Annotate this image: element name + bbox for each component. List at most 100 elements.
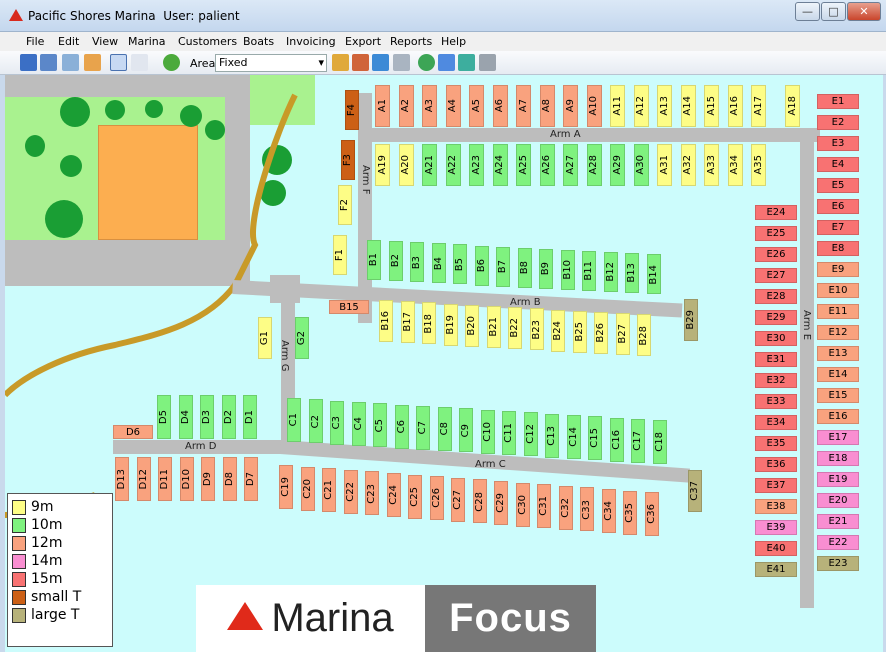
berth-a19[interactable]: A19 (375, 144, 390, 186)
berth-a33[interactable]: A33 (704, 144, 719, 186)
berth-f1[interactable]: F1 (333, 235, 347, 275)
berth-f4[interactable]: F4 (345, 90, 359, 130)
berth-a25[interactable]: A25 (516, 144, 531, 186)
berth-e9[interactable]: E9 (817, 262, 859, 277)
maximize-button[interactable]: □ (821, 2, 846, 21)
berth-a3[interactable]: A3 (422, 85, 437, 127)
berth-c34[interactable]: C34 (601, 489, 616, 533)
berth-b29[interactable]: B29 (684, 299, 698, 341)
berth-a30[interactable]: A30 (633, 144, 649, 186)
berth-b17[interactable]: B17 (400, 301, 415, 344)
berth-e33[interactable]: E33 (755, 394, 797, 409)
berth-d4[interactable]: D4 (178, 395, 193, 439)
berth-b3[interactable]: B3 (410, 242, 424, 283)
berth-c18[interactable]: C18 (652, 420, 667, 465)
berth-b11[interactable]: B11 (582, 251, 596, 291)
berth-e30[interactable]: E30 (755, 331, 797, 346)
berth-d9[interactable]: D9 (201, 457, 215, 501)
berth-b5[interactable]: B5 (453, 244, 467, 285)
berth-d2[interactable]: D2 (221, 395, 236, 439)
berth-d13[interactable]: D13 (115, 457, 129, 501)
berth-e36[interactable]: E36 (755, 457, 797, 472)
berth-e32[interactable]: E32 (755, 373, 797, 388)
berth-f2[interactable]: F2 (338, 185, 352, 225)
berth-a35[interactable]: A35 (751, 144, 766, 186)
berth-e26[interactable]: E26 (755, 247, 797, 262)
berth-b20[interactable]: B20 (465, 304, 479, 347)
berth-e21[interactable]: E21 (817, 514, 859, 529)
berth-c29[interactable]: C29 (494, 481, 508, 525)
berth-e23[interactable]: E23 (817, 556, 859, 571)
berth-e10[interactable]: E10 (817, 283, 859, 298)
menu-invoicing[interactable]: Invoicing (286, 35, 336, 48)
berth-a16[interactable]: A16 (727, 85, 743, 127)
berth-d12[interactable]: D12 (136, 457, 151, 501)
berth-b9[interactable]: B9 (539, 248, 553, 289)
berth-b14[interactable]: B14 (646, 254, 661, 295)
berth-c4[interactable]: C4 (351, 401, 366, 446)
berth-g2[interactable]: G2 (295, 317, 309, 359)
berth-d7[interactable]: D7 (244, 457, 258, 501)
berth-b4[interactable]: B4 (431, 243, 446, 284)
menu-reports[interactable]: Reports (390, 35, 432, 48)
berth-c15[interactable]: C15 (588, 416, 602, 461)
berth-c22[interactable]: C22 (343, 469, 358, 514)
grid-view-icon[interactable] (20, 54, 37, 71)
berth-a34[interactable]: A34 (727, 144, 743, 186)
berth-c13[interactable]: C13 (545, 413, 559, 458)
boats-icon[interactable] (372, 54, 389, 71)
berth-c37[interactable]: C37 (688, 470, 702, 512)
berth-e1[interactable]: E1 (817, 94, 859, 109)
berth-b28[interactable]: B28 (637, 314, 651, 357)
berth-b2[interactable]: B2 (388, 241, 403, 282)
berth-a12[interactable]: A12 (633, 85, 649, 127)
berth-e37[interactable]: E37 (755, 478, 797, 493)
numbered-list-icon[interactable] (62, 54, 79, 71)
berth-a28[interactable]: A28 (586, 144, 602, 186)
berth-c33[interactable]: C33 (580, 487, 594, 532)
minimize-button[interactable]: — (795, 2, 820, 21)
berth-d10[interactable]: D10 (179, 457, 194, 501)
berth-a13[interactable]: A13 (657, 85, 672, 127)
berth-c8[interactable]: C8 (437, 407, 452, 452)
gantt-icon[interactable] (84, 54, 101, 71)
berth-a2[interactable]: A2 (398, 85, 414, 127)
berth-a5[interactable]: A5 (469, 85, 484, 127)
berth-c2[interactable]: C2 (308, 399, 323, 444)
refresh-icon[interactable] (163, 54, 180, 71)
berth-a6[interactable]: A6 (492, 85, 508, 127)
menu-file[interactable]: File (26, 35, 44, 48)
label-icon[interactable] (131, 54, 148, 71)
berth-a10[interactable]: A10 (586, 85, 602, 127)
berth-c31[interactable]: C31 (537, 484, 551, 529)
berth-b1[interactable]: B1 (367, 240, 381, 280)
menu-customers[interactable]: Customers (178, 35, 237, 48)
move-icon[interactable] (438, 54, 455, 71)
berth-e35[interactable]: E35 (755, 436, 797, 451)
berth-b21[interactable]: B21 (486, 306, 501, 348)
table-view-icon[interactable] (40, 54, 57, 71)
customers-icon[interactable] (352, 54, 369, 71)
berth-c24[interactable]: C24 (386, 473, 401, 517)
berth-c12[interactable]: C12 (523, 412, 538, 457)
berth-c1[interactable]: C1 (287, 398, 301, 442)
berth-a31[interactable]: A31 (657, 144, 672, 186)
berth-g1[interactable]: G1 (258, 317, 272, 359)
berth-e8[interactable]: E8 (817, 241, 859, 256)
marina-map[interactable]: Arm A Arm B Arm C Arm D Arm E Arm F Arm … (5, 75, 883, 652)
berth-c9[interactable]: C9 (459, 408, 473, 453)
berth-a24[interactable]: A24 (492, 144, 508, 186)
berth-e34[interactable]: E34 (755, 415, 797, 430)
berth-c35[interactable]: C35 (623, 490, 637, 535)
berth-e18[interactable]: E18 (817, 451, 859, 466)
berth-b23[interactable]: B23 (529, 308, 544, 351)
berth-e15[interactable]: E15 (817, 388, 859, 403)
berth-c7[interactable]: C7 (416, 405, 430, 450)
berth-e31[interactable]: E31 (755, 352, 797, 367)
berth-a29[interactable]: A29 (610, 144, 625, 186)
berth-b15[interactable]: B15 (329, 300, 369, 314)
berth-c14[interactable]: C14 (566, 414, 581, 459)
berth-c6[interactable]: C6 (394, 404, 409, 449)
berth-b12[interactable]: B12 (603, 252, 618, 293)
berth-e19[interactable]: E19 (817, 472, 859, 487)
